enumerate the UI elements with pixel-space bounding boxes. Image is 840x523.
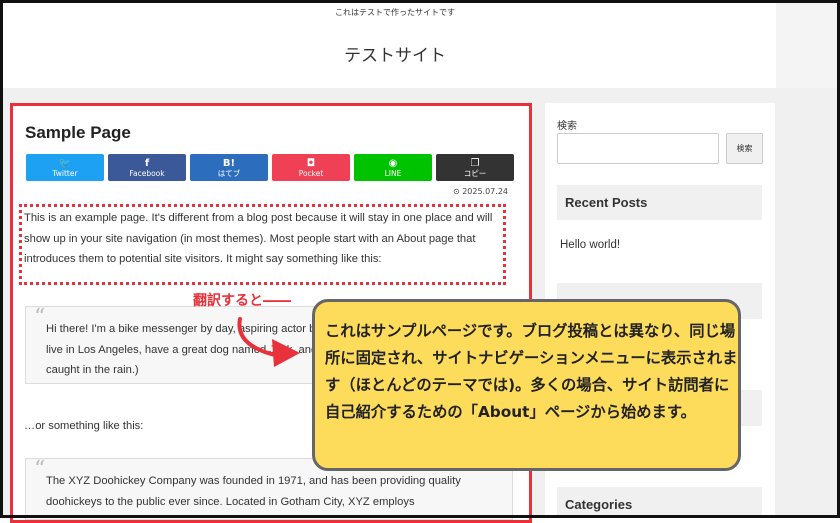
site-tagline: これはテストで作ったサイトです	[335, 8, 455, 17]
recent-post-link[interactable]: Hello world!	[560, 239, 620, 251]
categories-title: Categories	[557, 487, 762, 518]
search-input[interactable]	[557, 133, 719, 164]
search-label: 検索	[557, 121, 577, 132]
translation-text: これはサンプルページです。ブログ投稿とは異なり、同じ場所に固定され、サイトナビゲ…	[325, 322, 738, 421]
translation-callout: これはサンプルページです。ブログ投稿とは異なり、同じ場所に固定され、サイトナビゲ…	[312, 299, 741, 471]
site-title[interactable]: テストサイト	[0, 41, 790, 66]
search-button[interactable]: 検索	[726, 133, 763, 164]
annotation-arrow	[237, 317, 300, 367]
highlight-box	[19, 204, 506, 285]
recent-posts-title: Recent Posts	[557, 185, 762, 220]
